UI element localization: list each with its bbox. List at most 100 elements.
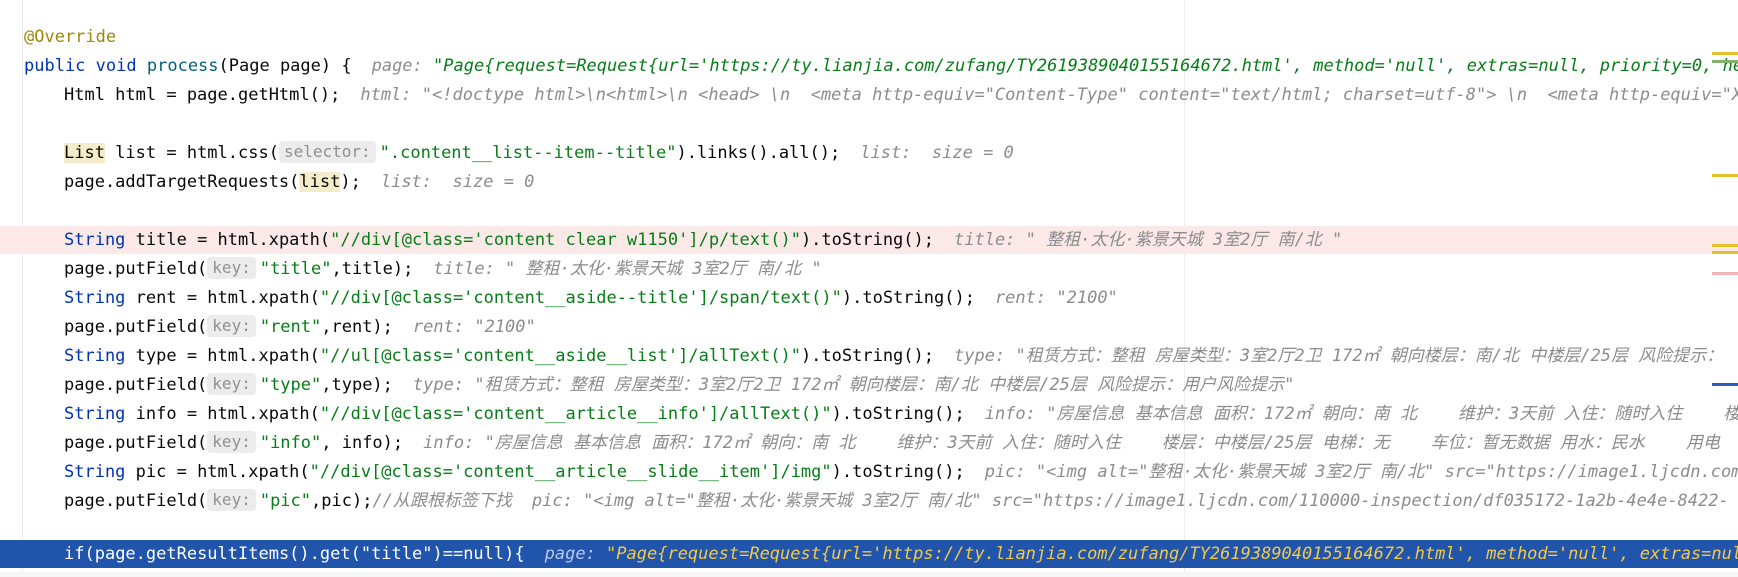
- inline-debug-value[interactable]: type: "租赁方式：整租 房屋类型：3室2厅2卫 172㎡ 朝向楼层：南/北…: [954, 346, 1723, 366]
- debug-key: type:: [954, 346, 1006, 366]
- scroll-marker-warning[interactable]: [1712, 52, 1738, 55]
- inline-debug-value[interactable]: html: "<!doctype html>\n<html>\n <head> …: [360, 85, 1738, 105]
- code-text: ).toString();: [800, 346, 934, 366]
- string-literal: "//div[@class='content__article__slide__…: [309, 462, 832, 482]
- code-editor[interactable]: @Override public void process(Page page)…: [0, 0, 1738, 577]
- code-text: ,type);: [321, 375, 393, 395]
- scroll-marker-warning[interactable]: [1712, 251, 1738, 254]
- code-text: );: [340, 172, 361, 192]
- code-text: Html html = page.getHtml();: [64, 85, 341, 105]
- debug-key: type:: [412, 375, 465, 395]
- code-line-override[interactable]: @Override: [0, 23, 1738, 51]
- scroll-marker-warning[interactable]: [1712, 244, 1738, 247]
- inline-debug-value[interactable]: type: "租赁方式：整租 房屋类型：3室2厅2卫 172㎡ 朝向楼层：南/北…: [413, 375, 1294, 395]
- string-literal: "rent": [259, 317, 322, 337]
- code-text: page.putField(: [64, 259, 208, 279]
- string-literal: "//div[@class='content clear w1150']/p/t…: [330, 230, 801, 250]
- debug-value: size = 0: [452, 172, 535, 192]
- debug-value: "<!doctype html>\n<html>\n <head> \n <me…: [421, 85, 1738, 105]
- string-literal: ".content__list--item--title": [379, 143, 677, 163]
- variable-list: list: [299, 172, 341, 192]
- inline-debug-value[interactable]: pic: "<img alt="整租·太化·紫景天城 3室2厅 南/北" src…: [985, 462, 1738, 482]
- debug-value: "租赁方式：整租 房屋类型：3室2厅2卫 172㎡ 朝向楼层：南/北 中楼层/2…: [1015, 346, 1724, 366]
- code-text: rent = html.xpath(: [125, 288, 320, 308]
- inline-debug-value[interactable]: info: "房屋信息 基本信息 面积：172㎡ 朝向：南 北 维护：3天前 入…: [423, 433, 1720, 453]
- string-literal: "//div[@class='content__article__info']/…: [319, 404, 832, 424]
- code-line-add-target-requests[interactable]: page.addTargetRequests(list); list: size …: [0, 168, 1738, 196]
- code-text: list = html.css(: [104, 143, 279, 163]
- code-text: )==null){: [432, 544, 525, 564]
- code-text: ,title);: [331, 259, 414, 279]
- debug-value: "Page{request=Request{url='https://ty.li…: [433, 56, 1738, 76]
- debug-value: "2100": [474, 317, 536, 337]
- keyword-if: if: [64, 544, 85, 564]
- code-text: ).toString();: [831, 462, 965, 482]
- inline-debug-value[interactable]: title: " 整租·太化·紫景天城 3室2厅 南/北 ": [433, 259, 821, 279]
- type-list: List: [64, 143, 105, 163]
- code-line-pic-xpath[interactable]: String pic = html.xpath("//div[@class='c…: [0, 458, 1738, 486]
- code-text: ).toString();: [800, 230, 934, 250]
- code-text: page.addTargetRequests(: [64, 172, 300, 192]
- code-text: title = html.xpath(: [125, 230, 331, 250]
- debug-value: " 整租·太化·紫景天城 3室2厅 南/北 ": [505, 259, 822, 279]
- param-hint-selector: selector:: [278, 141, 376, 163]
- code-line-info-xpath[interactable]: String info = html.xpath("//div[@class='…: [0, 400, 1738, 428]
- scroll-marker-error[interactable]: [1712, 272, 1738, 275]
- debug-key: info:: [984, 404, 1036, 424]
- inline-debug-value[interactable]: title: " 整租·太化·紫景天城 3室2厅 南/北 ": [954, 230, 1342, 250]
- code-line-put-info[interactable]: page.putField(key: "info", info); info: "房…: [0, 429, 1738, 457]
- debug-value: "房屋信息 基本信息 面积：172㎡ 朝向：南 北 维护：3天前 入住：随时入住…: [484, 433, 1720, 453]
- keyword-string: String: [64, 462, 126, 482]
- debug-value: "Page{request=Request{url='https://ty.li…: [606, 544, 1738, 564]
- code-line-put-title[interactable]: page.putField(key: "title",title); title: …: [0, 255, 1738, 283]
- editor-bottom-edge: [0, 572, 1738, 577]
- debug-key: info:: [423, 433, 475, 453]
- code-line-put-type[interactable]: page.putField(key: "type",type); type: "租赁…: [0, 371, 1738, 399]
- inline-debug-value[interactable]: rent: "2100": [413, 317, 536, 337]
- scroll-marker-warning[interactable]: [1712, 174, 1738, 177]
- inline-debug-value[interactable]: page: "Page{request=Request{url='https:/…: [545, 544, 1738, 564]
- code-text: type = html.xpath(: [125, 346, 320, 366]
- code-text: ).links().all();: [676, 143, 841, 163]
- string-literal: "//ul[@class='content__aside__list']/all…: [319, 346, 801, 366]
- scroll-marker-execution[interactable]: [1712, 383, 1738, 386]
- code-line-execution-point[interactable]: if(page.getResultItems().get("title")==n…: [0, 540, 1738, 568]
- debug-value: "<img alt="整租·太化·紫景天城 3室2厅 南/北" src="htt…: [1035, 462, 1738, 482]
- code-text: pic = html.xpath(: [125, 462, 310, 482]
- code-line-method-signature[interactable]: public void process(Page page) {page: "P…: [0, 52, 1738, 80]
- debug-value: "2100": [1056, 288, 1118, 308]
- debug-key: list:: [380, 172, 433, 192]
- code-text: info = html.xpath(: [125, 404, 320, 424]
- debug-value: "<img alt="整租·太化·紫景天城 3室2厅 南/北" src="htt…: [583, 491, 1729, 511]
- code-line-type-xpath[interactable]: String type = html.xpath("//ul[@class='c…: [0, 342, 1738, 370]
- param-hint-key: key:: [207, 489, 256, 511]
- keyword-string: String: [64, 288, 126, 308]
- inline-debug-value[interactable]: info: "房屋信息 基本信息 面积：172㎡ 朝向：南 北 维护：3天前 入…: [985, 404, 1738, 424]
- inline-debug-value[interactable]: rent: "2100": [995, 288, 1118, 308]
- code-line-title-xpath[interactable]: String title = html.xpath("//div[@class=…: [0, 226, 1738, 254]
- code-line-get-html[interactable]: Html html = page.getHtml(); html: "<!doct…: [0, 81, 1738, 109]
- debug-key: title:: [433, 259, 495, 279]
- code-text: page.putField(: [64, 433, 208, 453]
- inline-debug-value[interactable]: pic: "<img alt="整租·太化·紫景天城 3室2厅 南/北" src…: [532, 491, 1729, 511]
- scroll-marker-change[interactable]: [1712, 60, 1738, 63]
- code-text: ,rent);: [321, 317, 393, 337]
- param-hint-key: key:: [207, 431, 256, 453]
- code-line-list-css[interactable]: List list = html.css(selector: ".content_…: [0, 139, 1738, 167]
- keyword-string: String: [64, 230, 126, 250]
- code-text: page.putField(: [64, 491, 208, 511]
- debug-key: rent:: [994, 288, 1047, 308]
- inline-debug-value[interactable]: list: size = 0: [860, 143, 1014, 163]
- code-text: ).toString();: [831, 404, 965, 424]
- method-params: (Page page) {: [218, 56, 352, 76]
- inline-debug-value[interactable]: list: size = 0: [381, 172, 535, 192]
- debug-key: page:: [371, 56, 423, 76]
- code-line-put-pic[interactable]: page.putField(key: "pic",pic);//从跟根标签下找 pi…: [0, 487, 1738, 515]
- param-hint-key: key:: [207, 257, 256, 279]
- debug-value: "房屋信息 基本信息 面积：172㎡ 朝向：南 北 维护：3天前 入住：随时入住…: [1046, 404, 1738, 424]
- debug-value: " 整租·太化·紫景天城 3室2厅 南/北 ": [1025, 230, 1343, 250]
- code-line-put-rent[interactable]: page.putField(key: "rent",rent); rent: "21…: [0, 313, 1738, 341]
- code-line-rent-xpath[interactable]: String rent = html.xpath("//div[@class='…: [0, 284, 1738, 312]
- inline-debug-value[interactable]: page: "Page{request=Request{url='https:/…: [372, 56, 1738, 76]
- debug-key: pic:: [531, 491, 573, 511]
